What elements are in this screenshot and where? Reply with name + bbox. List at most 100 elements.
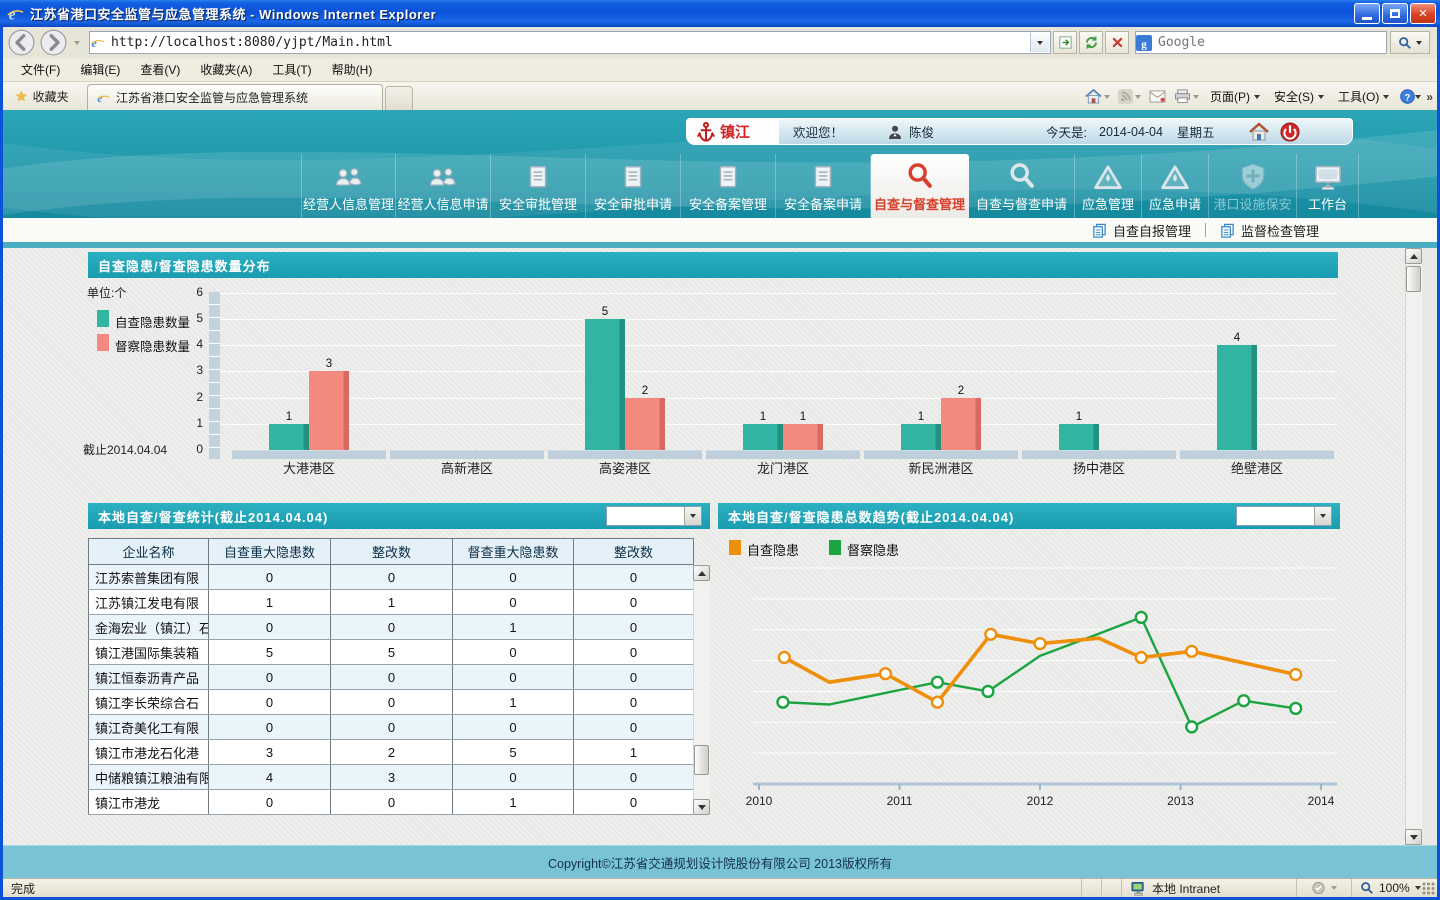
doc-icon — [810, 159, 836, 191]
command-button-2[interactable]: 工具(O) — [1332, 85, 1395, 108]
table-row-1[interactable]: 江苏镇江发电有限1100 — [89, 590, 694, 615]
nav-item-自查与督查申请[interactable]: 自查与督查申请 — [969, 154, 1075, 218]
trend-xtick-2014: 2014 — [1291, 794, 1351, 808]
value-cell: 0 — [453, 640, 574, 665]
bar-督察隐患数量-龙门港区 — [783, 424, 823, 450]
nav-item-安全审批申请[interactable]: 安全审批申请 — [586, 154, 681, 218]
value-cell: 0 — [331, 665, 453, 690]
nav-item-label: 安全审批申请 — [594, 194, 672, 213]
trend-xtick-2010: 2010 — [729, 794, 789, 808]
search-input[interactable] — [1156, 34, 1356, 51]
trend-xtick-2011: 2011 — [870, 794, 930, 808]
resize-grip[interactable] — [1422, 882, 1435, 895]
history-dropdown[interactable] — [70, 34, 84, 52]
value-cell: 0 — [574, 640, 694, 665]
menu-item-0[interactable]: 文件(F) — [11, 58, 70, 81]
value-cell: 0 — [209, 690, 331, 715]
command-button-0[interactable]: 页面(P) — [1204, 85, 1266, 108]
value-cell: 0 — [574, 665, 694, 690]
sub-nav: 自查自报管理监督检查管理 — [3, 218, 1437, 242]
table-row-4[interactable]: 镇江恒泰沥青产品0000 — [89, 665, 694, 690]
table-row-9[interactable]: 镇江市港龙0010 — [89, 790, 694, 815]
table-row-7[interactable]: 镇江市港龙石化港3251 — [89, 740, 694, 765]
zoom-magnifier-icon — [1360, 881, 1374, 895]
page-scrollbar-track[interactable] — [1405, 248, 1422, 845]
forward-button[interactable] — [40, 29, 67, 56]
nav-item-label: 工作台 — [1308, 194, 1347, 213]
menu-item-1[interactable]: 编辑(E) — [70, 58, 130, 81]
protected-mode-button[interactable] — [1296, 879, 1351, 897]
restore-button[interactable] — [1382, 3, 1408, 24]
command-button-1[interactable]: 安全(S) — [1268, 85, 1330, 108]
page-scroll-down-button[interactable] — [1405, 829, 1422, 845]
menu-item-3[interactable]: 收藏夹(A) — [190, 58, 262, 81]
menu-item-5[interactable]: 帮助(H) — [322, 58, 383, 81]
svg-text:g: g — [1141, 38, 1147, 50]
search-box[interactable]: g — [1135, 31, 1387, 54]
menu-item-4[interactable]: 工具(T) — [262, 58, 321, 81]
address-dropdown[interactable] — [1030, 33, 1049, 52]
minimize-button[interactable] — [1354, 3, 1380, 24]
print-icon — [1174, 89, 1191, 104]
subnav-item-自查自报管理[interactable]: 自查自报管理 — [1078, 221, 1205, 240]
page-scroll-up-button[interactable] — [1405, 248, 1422, 264]
logout-power-icon[interactable] — [1280, 122, 1300, 142]
table-scroll-up-button[interactable] — [693, 565, 710, 581]
table-row-3[interactable]: 镇江港国际集装箱5500 — [89, 640, 694, 665]
search-go-button[interactable] — [1390, 31, 1430, 54]
copyright-text: Copyright©江苏省交通规划设计院股份有限公司 2013版权所有 — [548, 853, 892, 872]
nav-item-label: 港口设施保安 — [1213, 194, 1291, 213]
trend-filter-dropdown[interactable] — [1236, 506, 1332, 526]
compatibility-view-button[interactable] — [1053, 31, 1077, 54]
menu-item-2[interactable]: 查看(V) — [130, 58, 190, 81]
table-row-0[interactable]: 江苏索普集团有限0000 — [89, 565, 694, 590]
browser-tab[interactable]: e 江苏省港口安全监管与应急管理系统 — [87, 84, 383, 110]
nav-item-港口设施保安: 港口设施保安 — [1209, 154, 1297, 218]
nav-item-自查与督查管理[interactable]: 自查与督查管理 — [871, 154, 969, 218]
nav-item-经营人信息管理[interactable]: 经营人信息管理 — [301, 154, 396, 218]
overflow-chevron[interactable]: » — [1426, 90, 1433, 104]
table-scrollbar-track[interactable] — [693, 565, 710, 815]
address-input[interactable]: e http://localhost:8080/yjpt/Main.html — [89, 31, 1051, 54]
back-button[interactable] — [8, 29, 35, 56]
table-scrollbar-thumb[interactable] — [694, 745, 709, 775]
home-button[interactable] — [1082, 87, 1113, 106]
nav-item-安全备案管理[interactable]: 安全备案管理 — [681, 154, 776, 218]
nav-item-label: 经营人信息管理 — [303, 194, 394, 213]
star-icon: ★ — [15, 88, 28, 105]
company-name-cell: 镇江港国际集装箱 — [89, 640, 209, 665]
table-row-2[interactable]: 金海宏业（镇江）石0010 — [89, 615, 694, 640]
mail-button[interactable] — [1146, 88, 1169, 105]
stop-button[interactable] — [1105, 31, 1129, 54]
feeds-button[interactable] — [1115, 87, 1144, 106]
subnav-item-监督检查管理[interactable]: 监督检查管理 — [1206, 221, 1333, 240]
nav-item-经营人信息申请[interactable]: 经营人信息申请 — [396, 154, 491, 218]
new-tab-stub[interactable] — [385, 86, 413, 110]
table-row-5[interactable]: 镇江李长荣综合石0010 — [89, 690, 694, 715]
home-shortcut-icon[interactable] — [1248, 122, 1270, 142]
feeds-icon — [1118, 89, 1133, 104]
nav-item-应急申请[interactable]: 应急申请 — [1142, 154, 1209, 218]
favorites-button[interactable]: ★ 收藏夹 — [9, 85, 75, 108]
table-row-8[interactable]: 中储粮镇江粮油有限4300 — [89, 765, 694, 790]
svg-text:e: e — [97, 93, 102, 105]
print-button[interactable] — [1171, 87, 1202, 106]
trend-legend-label-1: 督察隐患 — [847, 540, 899, 559]
nav-item-应急管理[interactable]: 应急管理 — [1075, 154, 1142, 218]
value-cell: 0 — [453, 590, 574, 615]
bar-value-label: 2 — [615, 385, 675, 397]
svg-text:?: ? — [1405, 92, 1411, 102]
nav-item-安全备案申请[interactable]: 安全备案申请 — [776, 154, 871, 218]
trend-legend-label-0: 自查隐患 — [747, 540, 799, 559]
help-button[interactable]: ? — [1397, 87, 1424, 106]
nav-item-安全审批管理[interactable]: 安全审批管理 — [491, 154, 586, 218]
table-row-6[interactable]: 镇江奇美化工有限0000 — [89, 715, 694, 740]
table-header-2: 整改数 — [331, 539, 453, 565]
nav-item-label: 经营人信息申请 — [397, 194, 488, 213]
table-filter-dropdown[interactable] — [606, 506, 702, 526]
table-scroll-down-button[interactable] — [693, 799, 710, 815]
page-scrollbar-thumb[interactable] — [1406, 266, 1421, 292]
refresh-button[interactable] — [1079, 31, 1103, 54]
nav-item-工作台[interactable]: 工作台 — [1297, 154, 1359, 218]
close-button[interactable]: ✕ — [1410, 3, 1436, 24]
